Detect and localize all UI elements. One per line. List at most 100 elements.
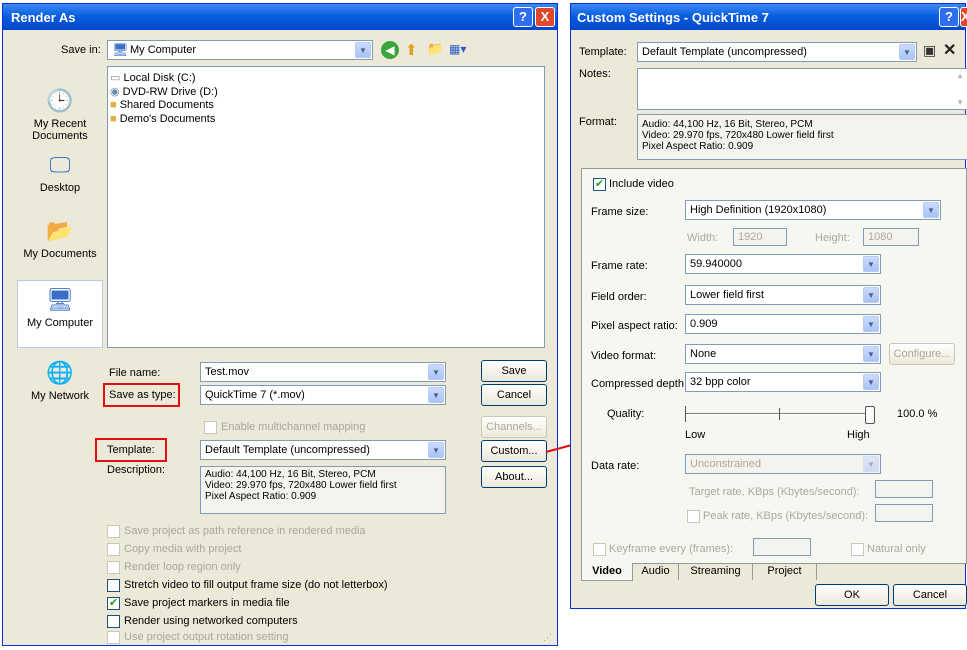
delete-template-icon[interactable]: ✕	[943, 40, 956, 60]
configure-button[interactable]: Configure...	[889, 343, 955, 365]
custom-settings-titlebar[interactable]: Custom Settings - QuickTime 7	[571, 4, 965, 30]
close-button[interactable]: X	[960, 7, 967, 27]
video-format-combo[interactable]: None ▼	[685, 344, 881, 364]
frame-size-combo[interactable]: High Definition (1920x1080) ▼	[685, 200, 941, 220]
option-checkbox[interactable]	[107, 615, 120, 628]
place-my-documents[interactable]: 📂 My Documents	[17, 216, 103, 260]
slider-tick	[685, 406, 686, 422]
place-my-computer[interactable]: 🖥 My Computer	[17, 280, 103, 348]
chevron-down-icon[interactable]: ▼	[428, 387, 444, 403]
save-as-type-combo[interactable]: QuickTime 7 (*.mov) ▼	[200, 385, 446, 405]
slider-thumb[interactable]	[865, 406, 875, 424]
option-checkbox[interactable]	[107, 543, 120, 556]
notes-field[interactable]: ▲ ▼	[637, 68, 967, 110]
ok-button[interactable]: OK	[815, 584, 889, 606]
file-list[interactable]: ▭ Local Disk (C:) ◉ DVD-RW Drive (D:) ■ …	[107, 66, 545, 348]
multichannel-checkbox[interactable]	[204, 421, 217, 434]
option-checkbox[interactable]	[107, 579, 120, 592]
data-rate-value: Unconstrained	[690, 458, 761, 470]
scroll-down-icon[interactable]: ▼	[956, 98, 964, 107]
template-combo[interactable]: Default Template (uncompressed) ▼	[637, 42, 917, 62]
option-label: Use project output rotation setting	[124, 631, 289, 643]
place-recent-documents[interactable]: 🕒 My Recent Documents	[17, 86, 103, 142]
chevron-down-icon[interactable]: ▼	[355, 42, 371, 58]
up-folder-icon[interactable]: ⬆	[405, 41, 418, 59]
tab-audio[interactable]: Audio	[633, 564, 679, 580]
new-folder-icon[interactable]: 📁	[427, 41, 443, 57]
option-checkbox[interactable]	[107, 561, 120, 574]
format-line: Video: 29.970 fps, 720x480 Lower field f…	[642, 130, 834, 141]
keyframe-checkbox[interactable]	[593, 543, 606, 556]
option-checkbox[interactable]	[107, 631, 120, 644]
folder-icon: ■	[110, 99, 117, 111]
template-combo[interactable]: Default Template (uncompressed) ▼	[200, 440, 446, 460]
keyframe-label: Keyframe every (frames):	[609, 543, 734, 555]
chevron-down-icon[interactable]: ▼	[428, 442, 444, 458]
folder-icon: ■	[110, 113, 117, 125]
compressed-depth-combo[interactable]: 32 bpp color ▼	[685, 372, 881, 392]
help-button[interactable]: ?	[939, 7, 959, 27]
keyframe-field[interactable]	[753, 538, 811, 556]
tab-streaming[interactable]: Streaming	[679, 564, 753, 580]
target-rate-label: Target rate, KBps (Kbytes/second):	[689, 486, 860, 498]
save-in-combo[interactable]: 🖥 My Computer ▼	[107, 40, 373, 60]
peak-rate-field[interactable]	[875, 504, 933, 522]
close-button[interactable]: X	[535, 7, 555, 27]
place-my-network[interactable]: 🌐 My Network	[17, 358, 103, 402]
disk-icon: ▭	[110, 72, 121, 84]
about-button[interactable]: About...	[481, 466, 547, 488]
chevron-down-icon[interactable]: ▼	[428, 364, 444, 380]
quality-high-label: High	[847, 429, 870, 441]
data-rate-combo[interactable]: Unconstrained ▼	[685, 454, 881, 474]
chevron-down-icon[interactable]: ▼	[899, 44, 915, 60]
place-label: My Documents	[23, 248, 97, 260]
pixel-aspect-ratio-combo[interactable]: 0.909 ▼	[685, 314, 881, 334]
channels-button[interactable]: Channels...	[481, 416, 547, 438]
custom-settings-dialog: Custom Settings - QuickTime 7 ? X Templa…	[570, 3, 967, 609]
list-item[interactable]: ■ Shared Documents	[110, 99, 542, 113]
cancel-button[interactable]: Cancel	[481, 384, 547, 406]
chevron-down-icon[interactable]: ▼	[863, 256, 879, 272]
my-computer-icon: 🖥	[46, 287, 74, 312]
place-desktop[interactable]: 🖵 Desktop	[17, 150, 103, 194]
resize-grip-icon[interactable]: ⋰	[543, 632, 552, 643]
chevron-down-icon[interactable]: ▼	[863, 287, 879, 303]
option-checkbox[interactable]: ✔	[107, 597, 120, 610]
chevron-down-icon[interactable]: ▼	[863, 316, 879, 332]
peak-rate-checkbox[interactable]	[687, 510, 700, 523]
list-item[interactable]: ◉ DVD-RW Drive (D:)	[110, 85, 542, 99]
height-field[interactable]: 1080	[863, 228, 919, 246]
chevron-down-icon[interactable]: ▼	[863, 456, 879, 472]
back-icon[interactable]: ◀	[381, 41, 399, 59]
option-checkbox[interactable]	[107, 525, 120, 538]
natural-only-checkbox[interactable]	[851, 543, 864, 556]
quality-slider[interactable]	[685, 404, 875, 426]
chevron-down-icon[interactable]: ▼	[863, 374, 879, 390]
custom-button[interactable]: Custom...	[481, 440, 547, 462]
chevron-down-icon[interactable]: ▼	[863, 346, 879, 362]
cancel-button[interactable]: Cancel	[893, 584, 967, 606]
help-button[interactable]: ?	[513, 7, 533, 27]
quality-label: Quality:	[607, 408, 645, 420]
frame-rate-combo[interactable]: 59.940000 ▼	[685, 254, 881, 274]
places-bar: 🕒 My Recent Documents 🖵 Desktop 📂 My Doc…	[17, 68, 103, 408]
template-label: Template:	[579, 46, 627, 58]
include-video-checkbox[interactable]: ✔	[593, 178, 606, 191]
tab-project[interactable]: Project	[753, 564, 817, 580]
save-button[interactable]: Save	[481, 360, 547, 382]
tab-video[interactable]: Video	[581, 563, 633, 581]
save-template-icon[interactable]: ▣	[923, 42, 936, 59]
chevron-down-icon[interactable]: ▼	[923, 202, 939, 218]
field-order-combo[interactable]: Lower field first ▼	[685, 285, 881, 305]
list-item[interactable]: ▭ Local Disk (C:)	[110, 71, 542, 85]
file-name-field[interactable]: Test.mov ▼	[200, 362, 446, 382]
render-as-titlebar[interactable]: Render As	[3, 4, 557, 30]
field-order-label: Field order:	[591, 291, 647, 303]
target-rate-field[interactable]	[875, 480, 933, 498]
option-label: Render using networked computers	[124, 615, 298, 627]
views-menu-icon[interactable]: ▦▾	[449, 42, 466, 56]
pixel-aspect-ratio-value: 0.909	[690, 318, 718, 330]
width-field[interactable]: 1920	[733, 228, 787, 246]
scroll-up-icon[interactable]: ▲	[956, 71, 964, 80]
list-item[interactable]: ■ Demo's Documents	[110, 113, 542, 127]
